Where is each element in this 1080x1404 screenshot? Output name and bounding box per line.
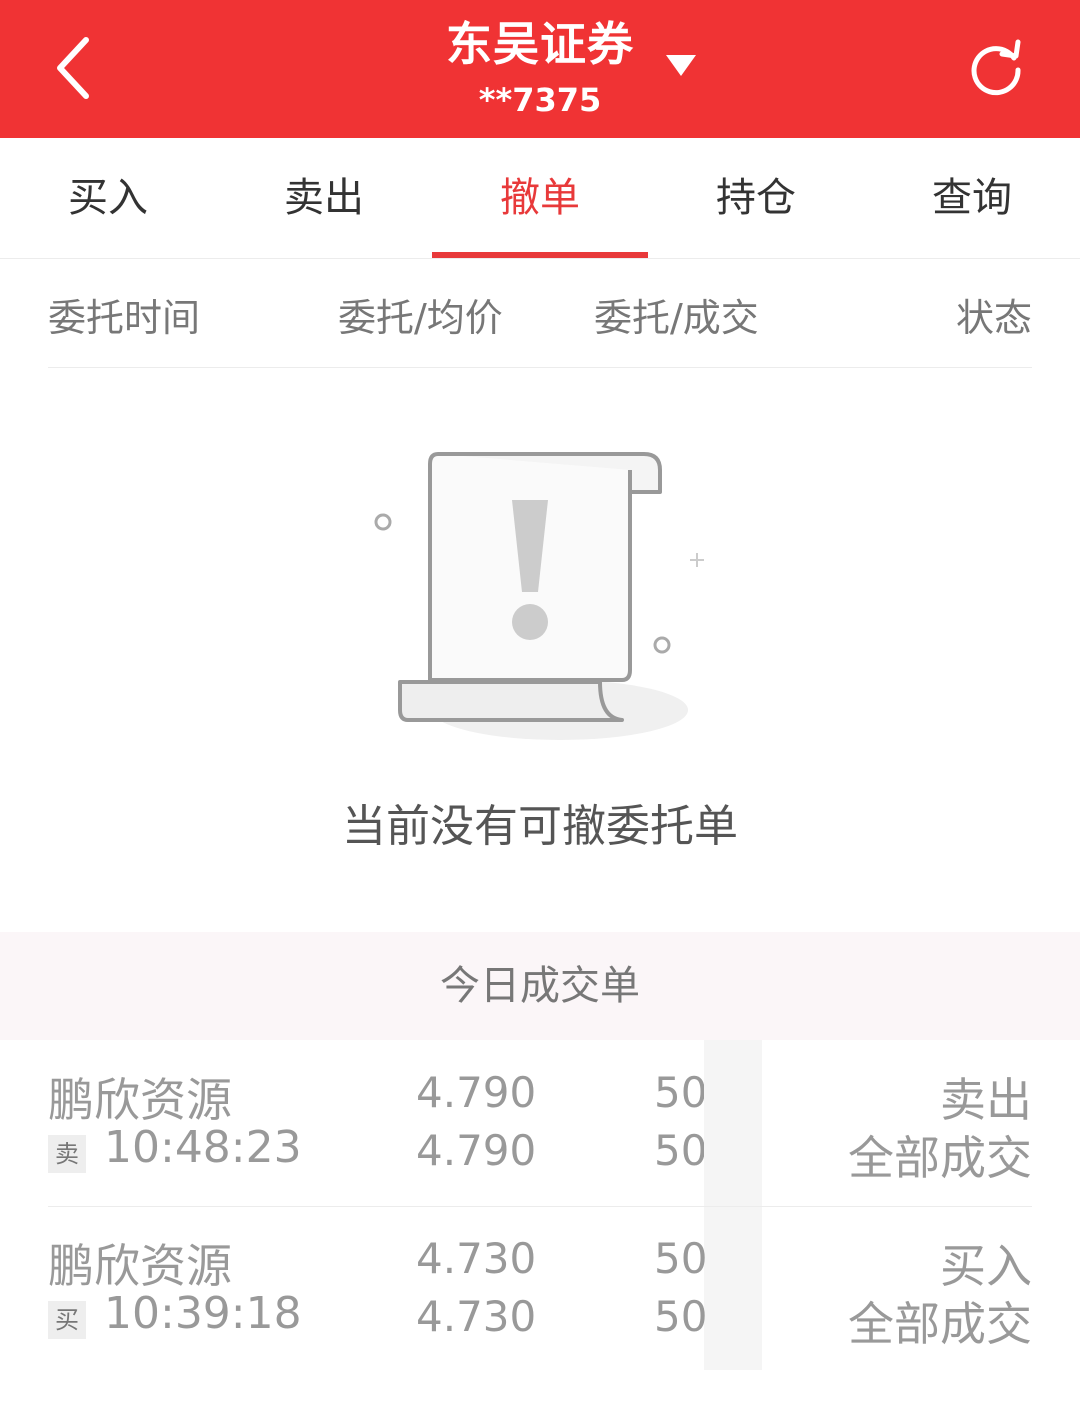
title-block: 东吴证券 **7375 [0,14,1080,120]
trade-status: 全部成交 [848,1131,1032,1185]
col-qty: 委托/成交 [594,296,759,340]
tab-query[interactable]: 查询 [864,138,1080,258]
trade-row[interactable]: 鹏欣资源 买 10:39:18 4.730 4.730 50 50 买入 全部成… [48,1206,1032,1372]
order-price: 4.790 [416,1068,537,1117]
trade-tabs: 买入 卖出 撤单 持仓 查询 [0,138,1080,259]
empty-message: 当前没有可撤委托单 [342,801,738,852]
trade-time: 10:48:23 [104,1122,302,1173]
trade-side: 买入 [940,1239,1032,1293]
tab-buy[interactable]: 买入 [0,138,216,258]
filled-qty: 50 [654,1292,708,1341]
empty-document-exclamation-icon [360,440,720,760]
stock-name: 鹏欣资源 [48,1239,232,1293]
trade-row[interactable]: 鹏欣资源 卖 10:48:23 4.790 4.790 50 50 卖出 全部成… [48,1040,1032,1206]
order-price: 4.730 [416,1234,537,1283]
account-dropdown-button[interactable] [664,52,698,78]
account-number: **7375 [478,81,602,119]
tab-position[interactable]: 持仓 [648,138,864,258]
avg-price: 4.790 [416,1126,537,1175]
tab-cancel[interactable]: 撤单 [432,138,648,258]
filled-qty: 50 [654,1126,708,1175]
triangle-down-icon [666,55,696,76]
refresh-icon [971,39,1021,96]
trade-status: 全部成交 [848,1297,1032,1351]
broker-title[interactable]: 东吴证券 [0,14,1080,74]
stock-name: 鹏欣资源 [48,1073,232,1127]
column-header: 委托时间 委托/均价 委托/成交 状态 [48,259,1032,368]
tab-sell[interactable]: 卖出 [216,138,432,258]
col-price: 委托/均价 [338,296,503,340]
side-tag: 买 [48,1301,86,1339]
trade-time: 10:39:18 [104,1288,302,1339]
refresh-button[interactable] [960,32,1032,104]
today-trades-header: 今日成交单 [0,932,1080,1040]
trade-side: 卖出 [940,1073,1032,1127]
col-status: 状态 [955,296,1032,340]
order-qty: 50 [654,1068,708,1117]
active-tab-indicator [432,252,648,258]
top-bar: 东吴证券 **7375 [0,0,1080,138]
side-tag: 卖 [48,1135,86,1173]
avg-price: 4.730 [416,1292,537,1341]
col-time: 委托时间 [48,296,201,340]
order-qty: 50 [654,1234,708,1283]
